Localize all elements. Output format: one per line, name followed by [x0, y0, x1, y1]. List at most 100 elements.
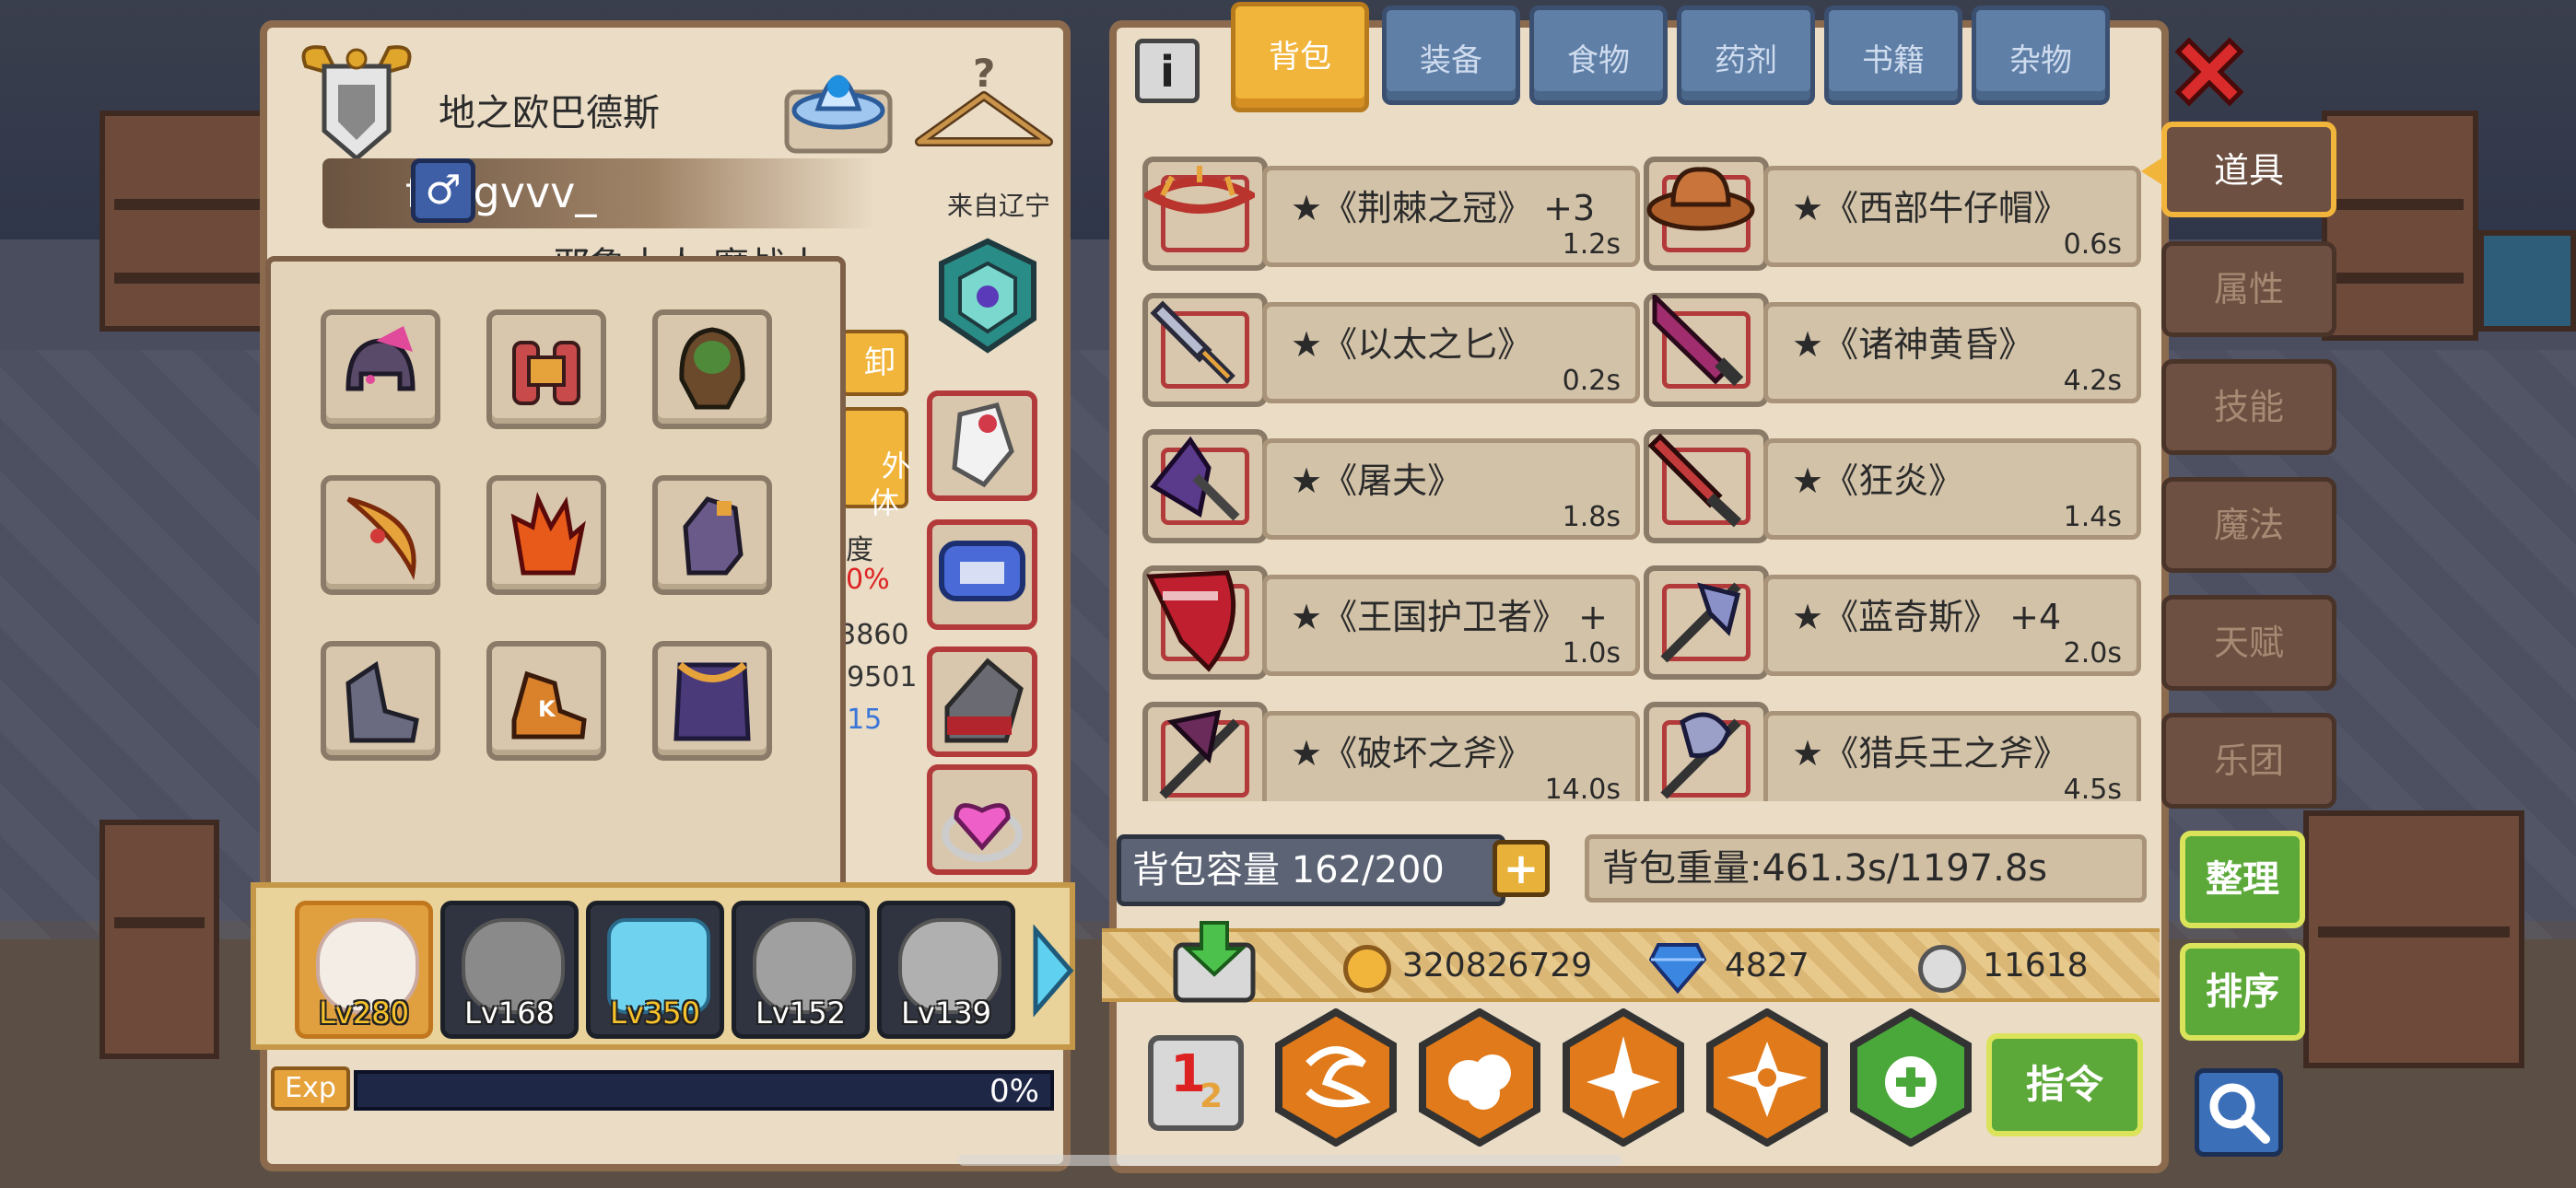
list-item[interactable]: ★《诸神黄昏》 4.2s: [1638, 274, 2141, 407]
item-bar: ★《诸神黄昏》 4.2s: [1763, 302, 2141, 403]
equip-slot-backpack[interactable]: [486, 309, 606, 429]
white-glove-icon: [952, 402, 1014, 488]
portal-icon[interactable]: [781, 46, 896, 160]
accessory-slot-glove[interactable]: [927, 390, 1037, 501]
silver-coin-icon: [1918, 945, 1966, 993]
diamond-amount: 4827: [1725, 947, 1809, 984]
item-weight: 0.6s: [2063, 228, 2122, 261]
item-weight: 1.4s: [2063, 501, 2122, 533]
character-title: 地之欧巴德斯: [439, 92, 660, 134]
tab-backpack[interactable]: 背包: [1231, 2, 1369, 112]
party-member-5[interactable]: Lv139: [877, 901, 1015, 1039]
side-tab-band[interactable]: 乐团: [2161, 713, 2336, 809]
lancis-halberd-icon: [1660, 582, 1741, 663]
item-list: ★《荆棘之冠》 +3 1.2s ★《西部牛仔帽》 0.6s ★《以太之匕》 0.…: [1126, 138, 2158, 801]
side-tab-skills[interactable]: 技能: [2161, 359, 2336, 455]
item-icon-frame: [1142, 429, 1268, 543]
equip-slot-shoes[interactable]: K: [486, 641, 606, 761]
male-gender-icon: ♂: [411, 158, 475, 223]
list-item[interactable]: ★《蓝奇斯》 +4 2.0s: [1638, 547, 2141, 680]
party-member-4[interactable]: Lv152: [732, 901, 870, 1039]
expand-capacity-button[interactable]: +: [1493, 840, 1550, 897]
item-weight: 14.0s: [1544, 774, 1621, 801]
skill-slot-2[interactable]: [1415, 1008, 1544, 1147]
party-toggle-button[interactable]: 1 2: [1148, 1035, 1244, 1131]
equipment-overlay: K: [265, 256, 846, 891]
kingdom-guardian-axe-icon: [1146, 570, 1236, 672]
equip-slot-gloves[interactable]: [486, 475, 606, 595]
cabinet-left: [100, 820, 219, 1059]
equip-slot-helmet[interactable]: [321, 309, 440, 429]
search-button[interactable]: [2195, 1068, 2283, 1157]
skill-shuriken-icon: [1706, 1008, 1828, 1147]
item-icon-frame: [1142, 565, 1268, 680]
hanger-help-icon[interactable]: ?: [910, 50, 1058, 164]
gold-coin-icon: [1343, 945, 1391, 993]
item-name: ★《西部牛仔帽》: [1792, 188, 2069, 228]
accessory-slot-boots[interactable]: [927, 646, 1037, 757]
side-tab-talent[interactable]: 天赋: [2161, 595, 2336, 691]
side-tab-items[interactable]: 道具: [2161, 122, 2336, 217]
close-icon[interactable]: [2165, 28, 2254, 116]
item-name: ★《猎兵王之斧》: [1792, 733, 2069, 774]
party-member-3[interactable]: Lv350: [586, 901, 724, 1039]
download-icon[interactable]: [1168, 917, 1260, 1006]
list-item[interactable]: ★《破坏之斧》 14.0s: [1137, 683, 1640, 801]
tab-misc[interactable]: 杂物: [1972, 6, 2110, 105]
equip-slot-gauntlet[interactable]: [652, 475, 772, 595]
member-level: Lv168: [464, 996, 555, 1031]
tab-books[interactable]: 书籍: [1824, 6, 1962, 105]
accessory-slot-belt[interactable]: [927, 519, 1037, 630]
list-item[interactable]: ★《西部牛仔帽》 0.6s: [1638, 138, 2141, 271]
gold-amount: 320826729: [1402, 947, 1593, 984]
list-item[interactable]: ★《王国护卫者》 + 1.0s: [1137, 547, 1640, 680]
hunter-king-axe-icon: [1660, 712, 1741, 799]
party-member-2[interactable]: Lv168: [440, 901, 579, 1039]
destruction-axe-icon: [1159, 709, 1240, 799]
exp-label: Exp: [271, 1066, 350, 1111]
backpack-weight: 背包重量:461.3s/1197.8s: [1585, 834, 2147, 903]
flame-claw-icon: [510, 492, 586, 576]
exp-bar: 0%: [354, 1070, 1054, 1111]
tidy-button[interactable]: 整理: [2180, 831, 2305, 928]
list-item[interactable]: ★《荆棘之冠》 +3 1.2s: [1137, 138, 1640, 271]
command-button[interactable]: 指令: [1986, 1033, 2143, 1136]
equip-slot-armor[interactable]: [652, 309, 772, 429]
list-item[interactable]: ★《以太之匕》 0.2s: [1137, 274, 1640, 407]
item-bar: ★《破坏之斧》 14.0s: [1262, 711, 1640, 801]
party-member-1[interactable]: Lv280: [295, 901, 433, 1039]
map-window: [2478, 230, 2576, 332]
accessory-slot-ring[interactable]: [927, 764, 1037, 875]
skill-slot-3[interactable]: [1559, 1008, 1688, 1147]
equip-slot-cape[interactable]: [652, 641, 772, 761]
player-name-bar: fangvvv_: [322, 158, 875, 228]
skill-slot-5[interactable]: [1846, 1008, 1975, 1147]
appearance-button[interactable]: 外 体: [840, 407, 911, 520]
sort-button[interactable]: 排序: [2180, 943, 2305, 1041]
skill-slot-1[interactable]: [1271, 1008, 1400, 1147]
unequip-button[interactable]: 卸: [840, 330, 908, 396]
item-icon-frame: [1644, 429, 1769, 543]
skill-slot-4[interactable]: [1703, 1008, 1832, 1147]
tab-equipment[interactable]: 装备: [1382, 6, 1520, 105]
item-weight: 4.5s: [2063, 774, 2122, 801]
butcher-blade-icon: [1150, 436, 1240, 521]
list-item[interactable]: ★《狂炎》 1.4s: [1638, 411, 2141, 543]
side-tab-magic[interactable]: 魔法: [2161, 477, 2336, 573]
side-tab-attributes[interactable]: 属性: [2161, 241, 2336, 337]
list-item[interactable]: ★《猎兵王之斧》 4.5s: [1638, 683, 2141, 801]
stat-value: 0%: [846, 564, 890, 596]
skill-whirlwind-icon: [1275, 1008, 1397, 1147]
item-name: ★《破坏之斧》: [1291, 733, 1533, 774]
item-name: ★《蓝奇斯》 +4: [1792, 597, 2062, 637]
item-bar: ★《蓝奇斯》 +4 2.0s: [1763, 575, 2141, 676]
tab-potion[interactable]: 药剂: [1677, 6, 1815, 105]
equip-slot-leggings[interactable]: [321, 641, 440, 761]
item-bar: ★《西部牛仔帽》 0.6s: [1763, 166, 2141, 267]
tab-food[interactable]: 食物: [1529, 6, 1668, 105]
equip-slot-weapon[interactable]: [321, 475, 440, 595]
item-name: ★《诸神黄昏》: [1792, 324, 2034, 365]
list-item[interactable]: ★《屠夫》 1.8s: [1137, 411, 1640, 543]
next-arrow-icon[interactable]: [1030, 925, 1076, 1017]
info-button[interactable]: i: [1135, 39, 1200, 103]
